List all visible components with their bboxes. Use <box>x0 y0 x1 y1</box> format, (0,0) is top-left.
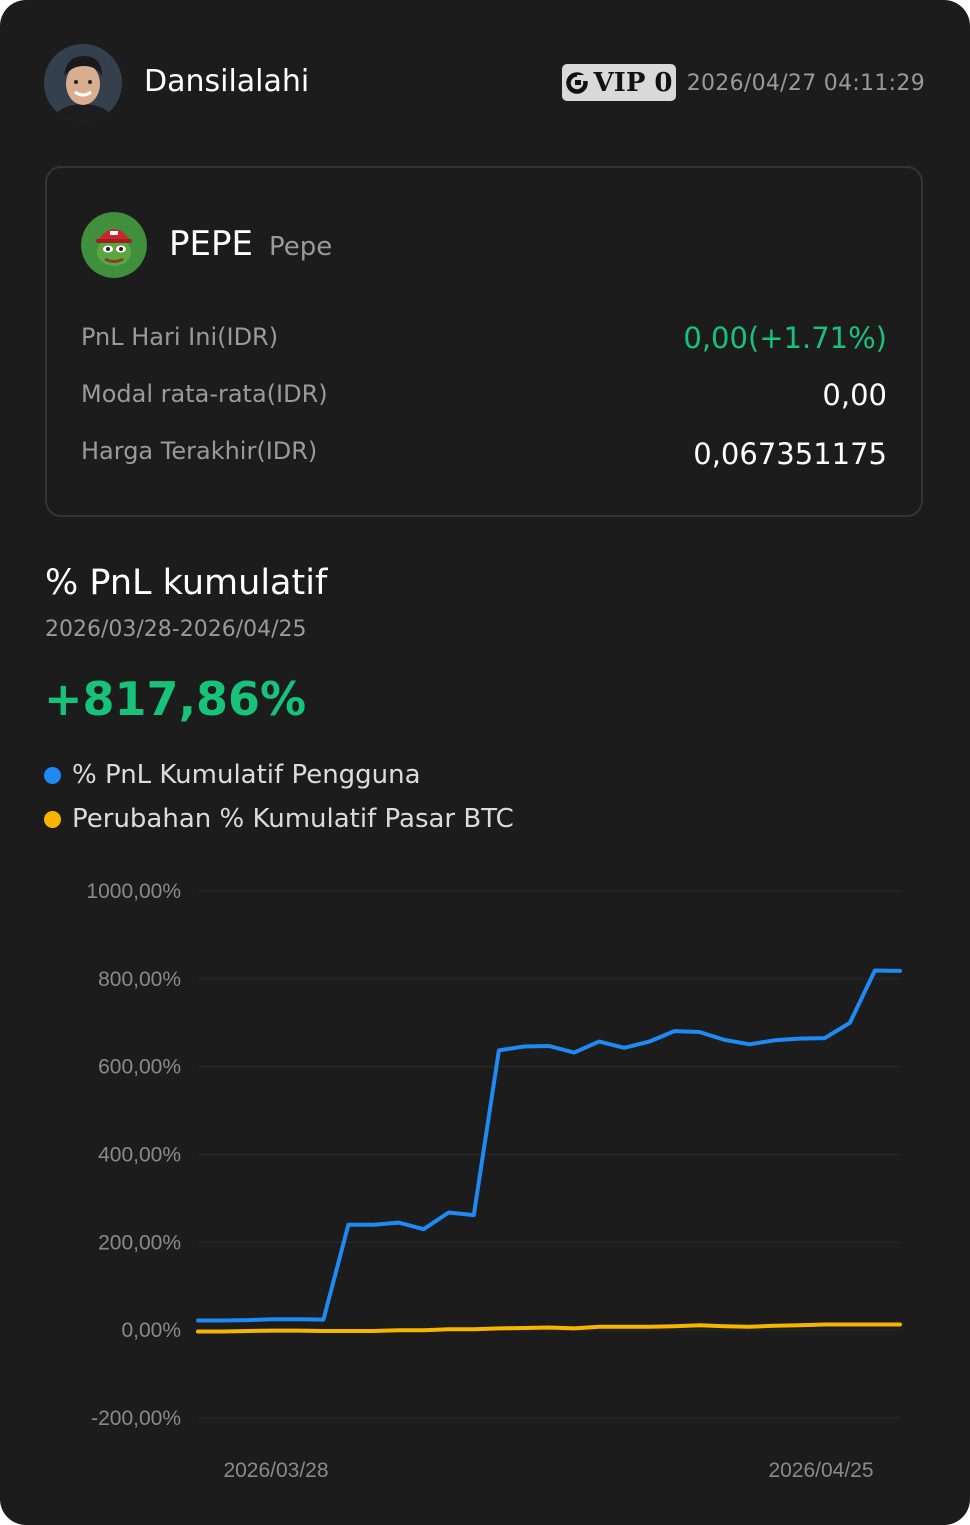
y-tick-label: 0,00% <box>121 1319 181 1342</box>
y-tick-label: 800,00% <box>98 968 181 991</box>
pnl-today-value: 0,00(+1.71%) <box>683 321 887 355</box>
section-title: % PnL kumulatif <box>45 563 328 603</box>
pnl-chart: 1000,00% 800,00% 600,00% 400,00% 200,00% 0,00… <box>86 880 902 1482</box>
legend-dot-yellow <box>44 810 61 828</box>
legend-dot-blue <box>44 766 61 784</box>
coin-summary-card: PEPE Pepe PnL Hari Ini(IDR) 0,00(+1.71%)… <box>45 166 923 517</box>
avatar[interactable] <box>44 44 122 122</box>
cumulative-pnl-total: +817,86% <box>44 672 307 726</box>
avatar-image <box>44 44 122 122</box>
last-price-label: Harga Terakhir(IDR) <box>81 437 318 465</box>
timestamp: 2026/04/27 04:11:29 <box>686 71 925 96</box>
pepe-coin-icon <box>81 212 147 278</box>
y-tick-label: 400,00% <box>98 1144 181 1167</box>
coin-symbol: PEPE <box>169 224 253 264</box>
vip-badge: VIP 0 <box>562 64 676 101</box>
legend-label: Perubahan % Kumulatif Pasar BTC <box>72 804 514 834</box>
pnl-today-label: PnL Hari Ini(IDR) <box>81 323 279 351</box>
x-tick-label: 2026/03/28 <box>223 1459 328 1482</box>
last-price-value: 0,067351175 <box>693 437 887 471</box>
y-tick-label: 1000,00% <box>86 880 181 903</box>
y-tick-label: 200,00% <box>98 1231 181 1254</box>
avg-cost-label: Modal rata-rata(IDR) <box>81 380 328 408</box>
legend-item-btc: Perubahan % Kumulatif Pasar BTC <box>44 804 514 834</box>
username: Dansilalahi <box>144 64 310 99</box>
pnl-share-card: Dansilalahi VIP 0 2026/04/27 04:11:29 PE… <box>0 0 970 1525</box>
series-line-user <box>196 968 902 1323</box>
x-tick-label: 2026/04/25 <box>768 1459 873 1482</box>
vip-logo-icon <box>566 71 589 94</box>
vip-label: VIP 0 <box>593 67 673 98</box>
coin-name: Pepe <box>269 232 333 262</box>
y-tick-label: -200,00% <box>91 1407 181 1430</box>
y-tick-label: 600,00% <box>98 1056 181 1079</box>
legend-label: % PnL Kumulatif Pengguna <box>72 760 421 790</box>
date-range: 2026/03/28-2026/04/25 <box>45 617 307 642</box>
avg-cost-value: 0,00 <box>822 378 887 412</box>
legend-item-user: % PnL Kumulatif Pengguna <box>44 760 421 790</box>
